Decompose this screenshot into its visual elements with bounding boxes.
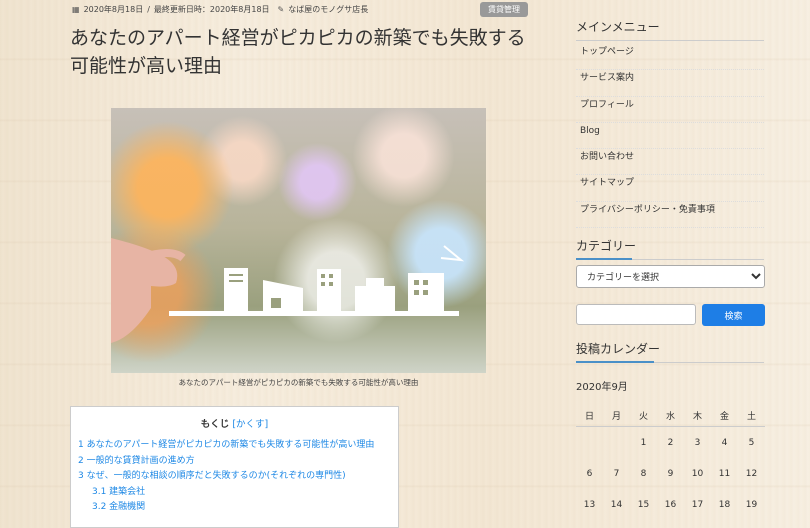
menu-item-sitemap[interactable]: サイトマップ	[576, 175, 764, 202]
calendar-day: 7	[613, 468, 620, 479]
calendar-weekday: 水	[657, 404, 684, 427]
calendar-day: 12	[745, 468, 758, 479]
category-select[interactable]: カテゴリーを選択	[576, 265, 765, 288]
toc-title: もくじ	[200, 419, 230, 430]
calendar-table: 日月火水木金土 1 2 3 4 5 6 7 8 9 10 11 12 13 14 15 16 17 18 19	[576, 404, 765, 520]
calendar-day: 8	[640, 468, 647, 479]
calendar-day: 3	[694, 437, 701, 448]
search-button[interactable]: 検索	[702, 304, 765, 326]
calendar-day: 11	[718, 468, 731, 479]
search-input[interactable]	[576, 304, 696, 325]
pencil-icon: ✎	[277, 5, 285, 14]
author-name[interactable]: なば屋のモノグサ店長	[288, 4, 368, 15]
buildings-illustration	[111, 238, 465, 343]
post-title: あなたのアパート経営がピカピカの新築でも失敗する可能性が高い理由	[70, 27, 526, 77]
calendar-day	[603, 427, 630, 459]
toc-item[interactable]: 1 あなたのアパート経営がピカピカの新築でも失敗する可能性が高い理由	[78, 438, 398, 454]
calendar-weekday: 日	[576, 404, 603, 427]
toc-item[interactable]: 2 一般的な賃貸計画の進め方	[78, 454, 398, 470]
calendar-week: 6 7 8 9 10 11 12	[576, 458, 765, 489]
calendar-day: 15	[637, 499, 650, 510]
calendar-day: 16	[664, 499, 677, 510]
menu-item-contact[interactable]: お問い合わせ	[576, 149, 764, 176]
calendar-weekday: 土	[738, 404, 765, 427]
calendar-week: 13 14 15 16 17 18 19	[576, 489, 765, 520]
updated-label: 最終更新日時：	[153, 5, 210, 14]
calendar-heading: 投稿カレンダー	[576, 340, 764, 363]
calendar-day: 4	[721, 437, 728, 448]
calendar-weekday: 火	[630, 404, 657, 427]
calendar-day: 13	[583, 499, 596, 510]
calendar-weekday: 月	[603, 404, 630, 427]
main-menu: トップページ サービス案内 プロフィール Blog お問い合わせ サイトマップ …	[576, 44, 764, 229]
calendar-weekday: 木	[684, 404, 711, 427]
calendar-day: 5	[748, 437, 755, 448]
calendar-day: 1	[640, 437, 647, 448]
category-badge[interactable]: 賃貸管理	[480, 2, 528, 17]
calendar-weekday: 金	[711, 404, 738, 427]
calendar-month: 2020年9月	[576, 382, 628, 393]
main-menu-title: メインメニュー	[576, 20, 660, 34]
menu-item-profile[interactable]: プロフィール	[576, 97, 764, 123]
calendar-day: 14	[610, 499, 623, 510]
calendar-day: 18	[718, 499, 731, 510]
calendar-day: 10	[691, 468, 704, 479]
menu-item-blog[interactable]: Blog	[576, 123, 764, 150]
toc-item[interactable]: 3.2 金融機関	[78, 500, 398, 516]
toc-item[interactable]: 3 なぜ、一般的な相談の順序だと失敗するのか(それぞれの専門性)	[78, 469, 398, 485]
calendar-day: 17	[691, 499, 704, 510]
updated-date: 2020年8月18日	[209, 5, 270, 14]
main-menu-heading: メインメニュー	[576, 18, 764, 41]
calendar-day	[576, 427, 603, 459]
toc-item[interactable]: 3.1 建築会社	[78, 485, 398, 501]
calendar-day: 9	[667, 468, 674, 479]
calendar-day: 6	[586, 468, 593, 479]
toc-toggle-link[interactable]: [かくす]	[232, 419, 268, 430]
hero-image	[111, 108, 486, 373]
calendar-day: 19	[745, 499, 758, 510]
published-date: 2020年8月18日	[83, 5, 144, 14]
calendar-week: 1 2 3 4 5	[576, 427, 765, 459]
category-title: カテゴリー	[576, 239, 637, 253]
meta-separator: /	[147, 5, 150, 14]
calendar-day: 2	[667, 437, 674, 448]
post-meta: ▦ 2020年8月18日 / 最終更新日時： 2020年8月18日 ✎ なば屋の…	[72, 4, 368, 15]
calendar-icon: ▦	[72, 5, 80, 14]
image-caption: あなたのアパート経営がピカピカの新築でも失敗する可能性が高い理由	[178, 378, 419, 387]
menu-item-privacy[interactable]: プライバシーポリシー・免責事項	[576, 202, 764, 229]
category-heading: カテゴリー	[576, 237, 764, 260]
menu-item-top[interactable]: トップページ	[576, 44, 764, 71]
menu-item-services[interactable]: サービス案内	[576, 70, 764, 97]
calendar-title: 投稿カレンダー	[576, 342, 661, 356]
